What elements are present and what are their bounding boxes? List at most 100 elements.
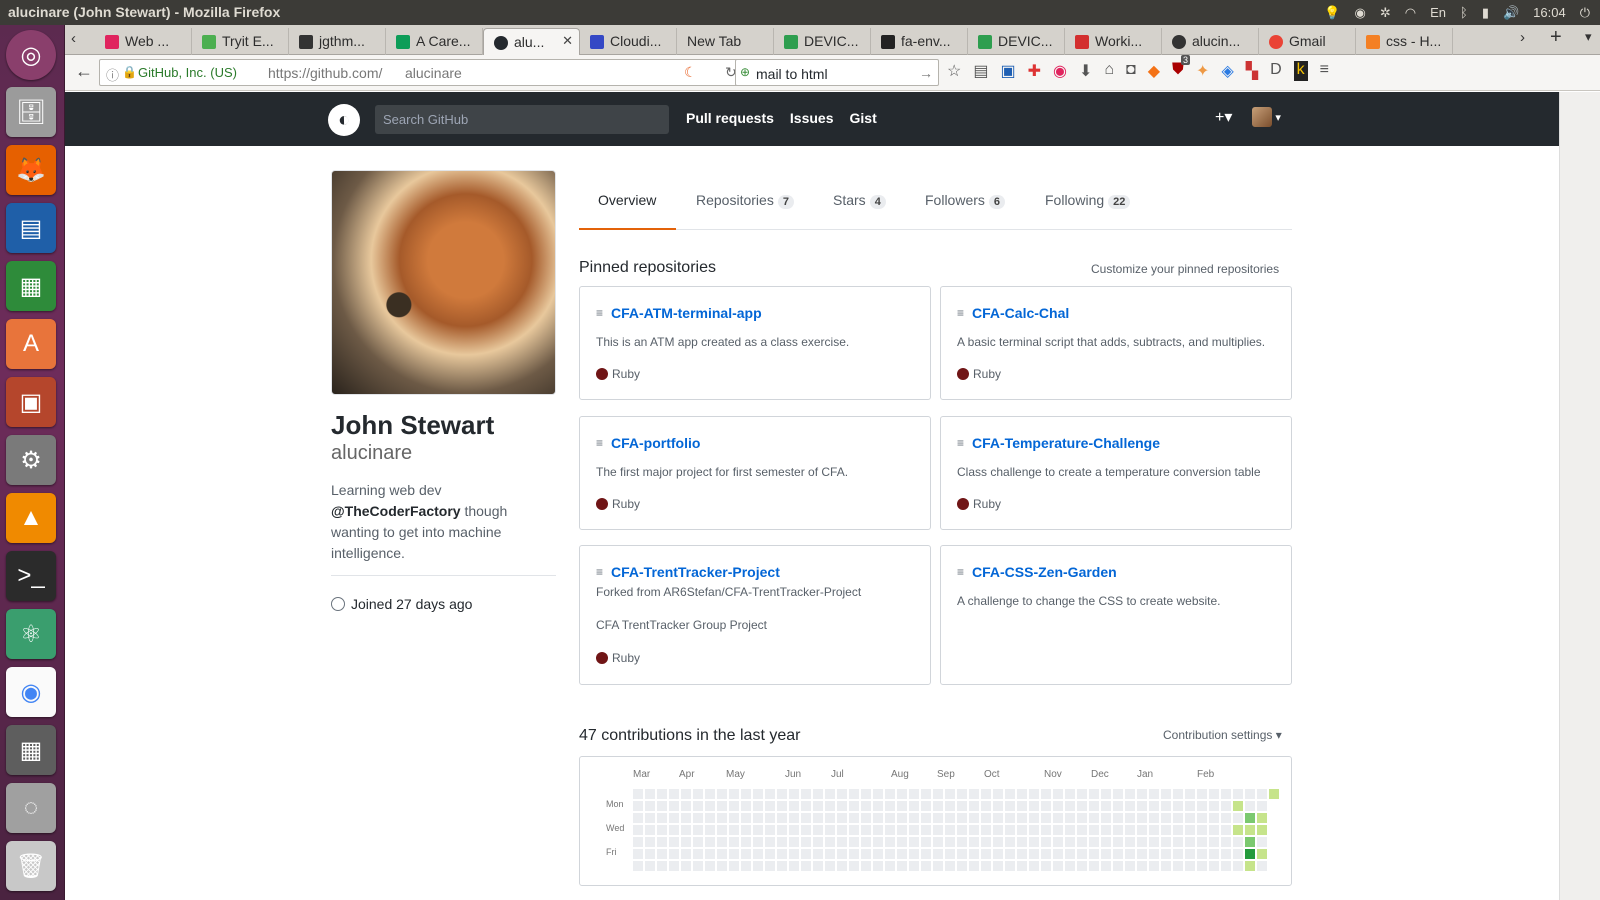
- contribution-day-cell[interactable]: [1149, 849, 1159, 859]
- contribution-day-cell[interactable]: [1065, 801, 1075, 811]
- contribution-day-cell[interactable]: [1029, 825, 1039, 835]
- contribution-day-cell[interactable]: [993, 801, 1003, 811]
- contribution-day-cell[interactable]: [633, 825, 643, 835]
- repo-link[interactable]: CFA-TrentTracker-Project: [611, 564, 780, 580]
- contribution-day-cell[interactable]: [1209, 837, 1219, 847]
- contribution-day-cell[interactable]: [1149, 801, 1159, 811]
- impress-icon[interactable]: ▣: [6, 377, 56, 427]
- repo-link[interactable]: CFA-Calc-Chal: [972, 305, 1069, 321]
- contribution-day-cell[interactable]: [1041, 789, 1051, 799]
- contribution-day-cell[interactable]: [789, 825, 799, 835]
- contribution-day-cell[interactable]: [885, 849, 895, 859]
- contribution-day-cell[interactable]: [1029, 813, 1039, 823]
- contribution-day-cell[interactable]: [1257, 801, 1267, 811]
- firefox-icon[interactable]: 🦊: [6, 145, 56, 195]
- fork-source[interactable]: Forked from AR6Stefan/CFA-TrentTracker-P…: [596, 585, 861, 599]
- github-search-input[interactable]: Search GitHub: [375, 105, 669, 134]
- contribution-day-cell[interactable]: [1125, 789, 1135, 799]
- contribution-day-cell[interactable]: [705, 849, 715, 859]
- contribution-day-cell[interactable]: [729, 861, 739, 871]
- contribution-day-cell[interactable]: [1185, 837, 1195, 847]
- contribution-day-cell[interactable]: [861, 813, 871, 823]
- contribution-day-cell[interactable]: [933, 861, 943, 871]
- contribution-day-cell[interactable]: [849, 801, 859, 811]
- contribution-day-cell[interactable]: [813, 861, 823, 871]
- contribution-day-cell[interactable]: [1077, 861, 1087, 871]
- new-tab-icon[interactable]: +: [1550, 26, 1562, 49]
- contribution-day-cell[interactable]: [633, 813, 643, 823]
- contribution-day-cell[interactable]: [645, 789, 655, 799]
- trash-icon[interactable]: 🗑: [6, 841, 56, 891]
- extension-orange-icon[interactable]: ◆: [1148, 61, 1160, 81]
- contribution-day-cell[interactable]: [1209, 825, 1219, 835]
- contribution-day-cell[interactable]: [1257, 849, 1267, 859]
- org-mention-link[interactable]: @TheCoderFactory: [331, 503, 461, 519]
- contribution-day-cell[interactable]: [957, 849, 967, 859]
- contribution-day-cell[interactable]: [1077, 789, 1087, 799]
- contribution-day-cell[interactable]: [909, 837, 919, 847]
- contribution-day-cell[interactable]: [1089, 849, 1099, 859]
- contribution-day-cell[interactable]: [957, 837, 967, 847]
- contribution-day-cell[interactable]: [825, 849, 835, 859]
- contribution-day-cell[interactable]: [1209, 849, 1219, 859]
- browser-tab[interactable]: Tryit E...: [192, 28, 289, 55]
- contribution-day-cell[interactable]: [837, 825, 847, 835]
- tab-repositories[interactable]: Repositories 7: [696, 192, 794, 209]
- contribution-day-cell[interactable]: [1149, 825, 1159, 835]
- color-picker-icon[interactable]: ✦: [1196, 61, 1209, 81]
- contribution-day-cell[interactable]: [801, 801, 811, 811]
- contribution-day-cell[interactable]: [1173, 825, 1183, 835]
- user-menu-dropdown[interactable]: ▾: [1252, 107, 1281, 127]
- tab-stars[interactable]: Stars 4: [833, 192, 886, 209]
- contribution-day-cell[interactable]: [957, 825, 967, 835]
- tab-scroll-right-icon[interactable]: ›: [1520, 29, 1525, 46]
- contribution-day-cell[interactable]: [1137, 837, 1147, 847]
- info-icon[interactable]: ⓘ: [106, 65, 119, 84]
- contribution-day-cell[interactable]: [1029, 837, 1039, 847]
- contribution-day-cell[interactable]: [1029, 849, 1039, 859]
- browser-tab[interactable]: Gmail: [1259, 28, 1356, 55]
- contribution-day-cell[interactable]: [1017, 849, 1027, 859]
- contribution-day-cell[interactable]: [921, 861, 931, 871]
- contribution-day-cell[interactable]: [657, 789, 667, 799]
- contribution-day-cell[interactable]: [801, 837, 811, 847]
- contribution-day-cell[interactable]: [1017, 861, 1027, 871]
- add-on-icon[interactable]: ✚: [1028, 61, 1041, 81]
- contribution-day-cell[interactable]: [1161, 813, 1171, 823]
- contribution-day-cell[interactable]: [885, 861, 895, 871]
- contribution-day-cell[interactable]: [1089, 813, 1099, 823]
- contribution-day-cell[interactable]: [777, 837, 787, 847]
- tab-scroll-left-icon[interactable]: ‹: [71, 30, 76, 47]
- contribution-day-cell[interactable]: [969, 789, 979, 799]
- url-bar[interactable]: ⓘ 🔒 GitHub, Inc. (US) https://github.com…: [99, 59, 747, 86]
- contribution-day-cell[interactable]: [1269, 789, 1279, 799]
- tab-following[interactable]: Following 22: [1045, 192, 1131, 209]
- contribution-day-cell[interactable]: [1053, 837, 1063, 847]
- contribution-day-cell[interactable]: [1029, 861, 1039, 871]
- contribution-day-cell[interactable]: [1257, 813, 1267, 823]
- writer-icon[interactable]: ▤: [6, 203, 56, 253]
- contribution-day-cell[interactable]: [885, 789, 895, 799]
- contribution-day-cell[interactable]: [813, 789, 823, 799]
- pocket-list-icon[interactable]: ◘: [1126, 61, 1136, 81]
- contribution-day-cell[interactable]: [1245, 849, 1255, 859]
- contribution-day-cell[interactable]: [813, 825, 823, 835]
- contribution-day-cell[interactable]: [957, 801, 967, 811]
- ubuntu-dash-icon[interactable]: ◎: [6, 30, 56, 80]
- contribution-day-cell[interactable]: [753, 861, 763, 871]
- browser-tab[interactable]: alucin...: [1162, 28, 1259, 55]
- extension-k-icon[interactable]: k: [1293, 61, 1308, 81]
- atom-icon[interactable]: ⚛: [6, 609, 56, 659]
- contribution-day-cell[interactable]: [897, 861, 907, 871]
- contribution-day-cell[interactable]: [981, 861, 991, 871]
- contribution-day-cell[interactable]: [873, 861, 883, 871]
- contribution-day-cell[interactable]: [981, 789, 991, 799]
- lightbulb-icon[interactable]: 💡: [1324, 5, 1340, 21]
- contribution-day-cell[interactable]: [669, 825, 679, 835]
- contribution-day-cell[interactable]: [1101, 789, 1111, 799]
- contribution-day-cell[interactable]: [705, 861, 715, 871]
- contribution-day-cell[interactable]: [681, 849, 691, 859]
- contribution-day-cell[interactable]: [693, 861, 703, 871]
- contribution-day-cell[interactable]: [813, 813, 823, 823]
- contribution-day-cell[interactable]: [993, 813, 1003, 823]
